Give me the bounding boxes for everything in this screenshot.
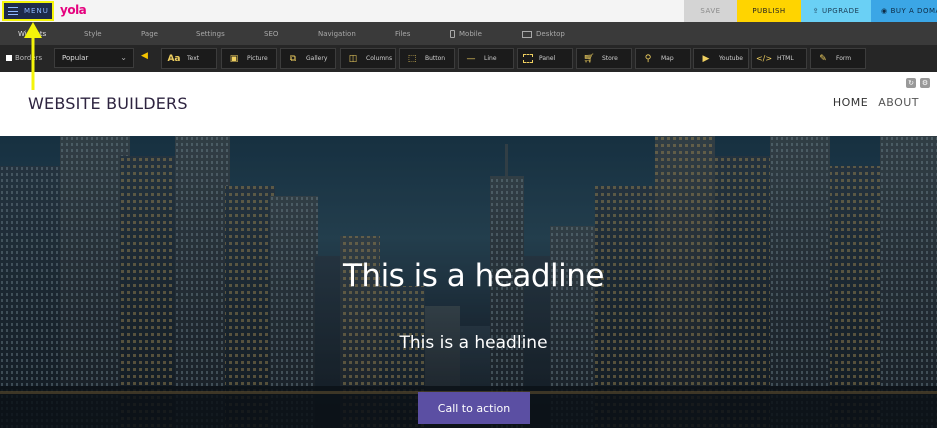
widget-button[interactable]: ⬚ Button	[399, 48, 455, 69]
widget-label: Line	[484, 55, 497, 62]
editor-nav-tabs: Widgets Style Page Settings SEO Navigati…	[0, 22, 937, 45]
text-icon: Aa	[167, 53, 181, 64]
settings-icon[interactable]: ⚙	[920, 78, 930, 88]
save-button[interactable]: SAVE	[684, 0, 737, 22]
widget-label: Columns	[366, 55, 393, 62]
chevron-down-icon: ⌄	[120, 53, 127, 62]
widget-columns[interactable]: ◫ Columns	[340, 48, 396, 69]
hero-section[interactable]: This is a headline This is a headline Ca…	[0, 136, 937, 428]
widget-store[interactable]: 🛒︎ Store	[576, 48, 632, 69]
map-pin-icon: ⚲	[644, 53, 652, 64]
tab-navigation[interactable]: Navigation	[318, 30, 356, 38]
widget-label: Button	[425, 55, 446, 62]
site-navigation: HOME ABOUT	[833, 96, 919, 109]
tab-settings[interactable]: Settings	[196, 30, 225, 38]
globe-icon: ◉	[881, 7, 888, 15]
widget-label: Text	[187, 55, 200, 62]
widget-label: Store	[602, 55, 618, 62]
hero-headline[interactable]: This is a headline	[0, 258, 937, 294]
header-tools: ↻ ⚙	[906, 78, 930, 88]
widget-map[interactable]: ⚲ Map	[635, 48, 691, 69]
upgrade-button[interactable]: ⇪ UPGRADE	[801, 0, 871, 22]
publish-button[interactable]: PUBLISH	[737, 0, 801, 22]
scroll-left-icon[interactable]: ◀	[141, 51, 148, 61]
gallery-icon: ⧉	[289, 53, 297, 64]
hero-subheadline[interactable]: This is a headline	[0, 333, 937, 353]
upgrade-label: UPGRADE	[821, 7, 860, 15]
widget-panel[interactable]: Panel	[517, 48, 573, 69]
menu-button[interactable]: MENU	[2, 1, 54, 21]
nav-link-about[interactable]: ABOUT	[878, 96, 919, 109]
borders-toggle[interactable]: Borders	[6, 54, 42, 62]
tab-desktop[interactable]: Desktop	[522, 30, 565, 38]
tab-widgets[interactable]: Widgets	[18, 30, 46, 38]
widget-category-select[interactable]: Popular ⌄	[54, 48, 134, 68]
widget-gallery[interactable]: ⧉ Gallery	[280, 48, 336, 69]
hamburger-icon	[8, 7, 18, 15]
refresh-icon[interactable]: ↻	[906, 78, 916, 88]
upgrade-icon: ⇪	[812, 7, 819, 15]
picture-icon: ▣	[229, 53, 239, 64]
widget-picture[interactable]: ▣ Picture	[221, 48, 277, 69]
button-icon: ⬚	[407, 53, 417, 64]
tab-mobile-label: Mobile	[459, 30, 482, 38]
widget-label: Gallery	[306, 55, 328, 62]
tab-seo[interactable]: SEO	[264, 30, 278, 38]
line-icon: —	[466, 53, 476, 64]
widget-label: Map	[661, 55, 674, 62]
tab-files[interactable]: Files	[395, 30, 410, 38]
widget-form[interactable]: ✎ Form	[810, 48, 866, 69]
widget-label: Youtube	[719, 55, 743, 62]
widget-category-value: Popular	[62, 54, 89, 62]
buy-domain-label: BUY A DOMA	[890, 7, 937, 15]
topbar-actions: SAVE PUBLISH ⇪ UPGRADE ◉ BUY A DOMA	[684, 0, 937, 22]
widget-text[interactable]: Aa Text	[161, 48, 217, 69]
tab-mobile[interactable]: Mobile	[450, 30, 482, 38]
widget-label: Form	[836, 55, 852, 62]
youtube-icon: ▶	[702, 53, 710, 64]
site-title[interactable]: WEBSITE BUILDERS	[28, 94, 188, 113]
widget-html[interactable]: </> HTML	[751, 48, 807, 69]
tab-desktop-label: Desktop	[536, 30, 565, 38]
code-icon: </>	[755, 54, 773, 63]
tab-page[interactable]: Page	[141, 30, 158, 38]
nav-link-home[interactable]: HOME	[833, 96, 868, 109]
menu-label: MENU	[24, 7, 49, 15]
widget-label: Picture	[247, 55, 268, 62]
tab-style[interactable]: Style	[84, 30, 102, 38]
site-header[interactable]: WEBSITE BUILDERS HOME ABOUT ↻ ⚙	[0, 72, 937, 136]
borders-label: Borders	[15, 54, 43, 62]
widget-label: HTML	[777, 55, 794, 62]
widget-line[interactable]: — Line	[458, 48, 514, 69]
panel-icon	[523, 54, 533, 63]
desktop-icon	[522, 30, 532, 38]
widget-youtube[interactable]: ▶ Youtube	[693, 48, 749, 69]
widget-label: Panel	[539, 55, 556, 62]
mobile-icon	[450, 30, 455, 38]
store-icon: 🛒︎	[583, 53, 595, 64]
buy-domain-button[interactable]: ◉ BUY A DOMA	[871, 0, 937, 22]
editor-top-bar: MENU yola SAVE PUBLISH ⇪ UPGRADE ◉ BUY A…	[0, 0, 937, 22]
columns-icon: ◫	[348, 53, 358, 64]
form-icon: ✎	[819, 53, 827, 64]
borders-checkbox[interactable]	[6, 55, 12, 61]
widget-toolbar: Borders Popular ⌄ ◀ Aa Text ▣ Picture ⧉ …	[0, 45, 937, 72]
call-to-action-button[interactable]: Call to action	[418, 392, 530, 424]
yola-logo[interactable]: yola	[60, 3, 87, 17]
